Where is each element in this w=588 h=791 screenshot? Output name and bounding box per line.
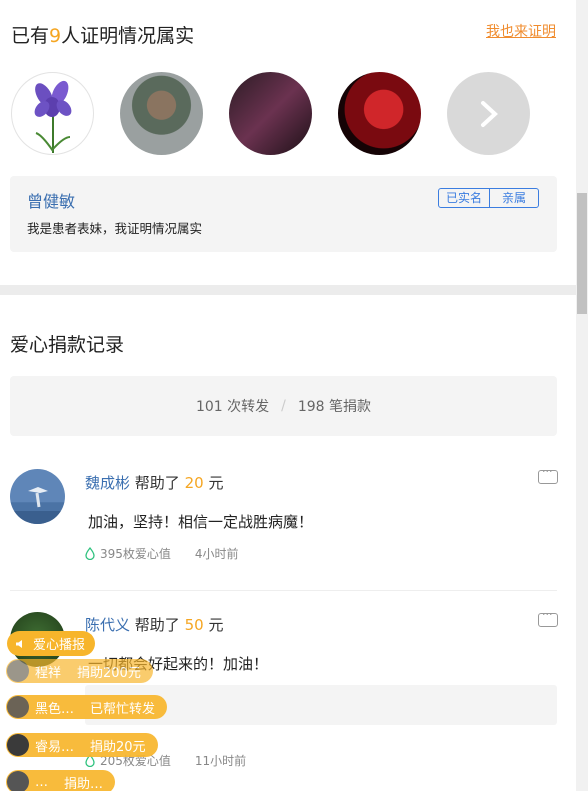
currency-unit: 元: [208, 616, 224, 634]
toast-avatar: [7, 696, 29, 718]
more-avatars-button[interactable]: [447, 72, 530, 155]
toast-user: 黑色…: [35, 701, 75, 717]
helped-text: 帮助了: [134, 474, 180, 492]
love-drop-icon: [85, 547, 95, 560]
chevron-right-icon: [480, 100, 498, 127]
donation-message: 加油，坚持！相信一定战胜病魔！: [88, 513, 314, 531]
broadcast-toast: 睿易… 捐助20元: [6, 733, 158, 757]
broadcast-label: 爱心播报: [33, 638, 86, 653]
share-count: 101 次转发: [195, 399, 270, 415]
toast-user: 睿易…: [35, 739, 75, 755]
helped-text: 帮助了: [134, 616, 180, 634]
donation-time: 4小时前: [194, 547, 239, 561]
prover-tags: 已实名 亲属: [437, 188, 539, 208]
donation-stats: 101 次转发 / 198 笔捐款: [10, 376, 557, 436]
toast-avatar: [7, 734, 29, 756]
page: 已有9人证明情况属实 我也来证明 曾健敏 已实名 亲属 我是患者表妹，我证明情况…: [0, 0, 576, 791]
currency-unit: 元: [208, 474, 224, 492]
donation-header: 魏成彬 帮助了 20 元: [85, 472, 223, 493]
toast-user: 程祥: [35, 665, 62, 681]
donation-count: 198 笔捐款: [297, 399, 372, 415]
donation-header: 陈代义 帮助了 50 元: [85, 614, 223, 635]
entry-divider: [10, 590, 557, 591]
toast-action: 捐助…: [64, 776, 104, 791]
toast-action: 已帮忙转发: [90, 701, 156, 717]
avatar-man-portrait[interactable]: [120, 72, 203, 155]
proof-count: 9: [49, 25, 62, 47]
scrollbar-thumb[interactable]: [577, 193, 587, 314]
donation-amount: 20: [184, 474, 204, 492]
records-title: 爱心捐款记录: [10, 334, 125, 356]
comment-icon[interactable]: [538, 608, 558, 627]
avatar-car-interior[interactable]: [229, 72, 312, 155]
comment-icon[interactable]: [538, 465, 558, 484]
toast-action: 捐助200元: [77, 665, 141, 681]
proof-prefix: 已有: [11, 25, 50, 47]
avatar[interactable]: [10, 469, 65, 524]
broadcast-toast: 程祥 捐助200元: [6, 659, 153, 683]
scrollbar[interactable]: [576, 0, 588, 791]
proof-suffix: 人证明情况属实: [61, 25, 195, 47]
toast-avatar: [7, 771, 29, 791]
donation-amount: 50: [184, 616, 204, 634]
love-value: 395枚爱心值: [85, 545, 171, 562]
proof-heading: 已有9人证明情况属实: [11, 21, 194, 48]
toast-user: …: [35, 774, 48, 790]
prover-avatars: [11, 72, 530, 155]
love-broadcast-badge[interactable]: 爱心播报: [7, 631, 96, 656]
section-divider: [0, 285, 576, 295]
tag-relative: 亲属: [488, 189, 538, 207]
stats-separator: /: [281, 398, 286, 414]
donor-name[interactable]: 陈代义: [85, 616, 130, 634]
prover-card: 曾健敏 已实名 亲属 我是患者表妹，我证明情况属实: [10, 176, 557, 252]
toast-avatar: [7, 660, 29, 682]
prover-statement: 我是患者表妹，我证明情况属实: [27, 221, 203, 236]
prove-too-link[interactable]: 我也来证明: [486, 21, 556, 41]
donor-name[interactable]: 魏成彬: [85, 474, 130, 492]
tag-verified: 已实名: [445, 191, 482, 205]
love-value-text: 395枚爱心值: [100, 547, 171, 561]
donation-meta: 395枚爱心值 4小时前: [85, 545, 239, 562]
donation-time: 11小时前: [194, 754, 247, 768]
broadcast-toast: 黑色… 已帮忙转发: [6, 695, 168, 719]
prover-name[interactable]: 曾健敏: [27, 188, 75, 212]
speaker-icon: [16, 639, 22, 648]
broadcast-toast: … 捐助…: [6, 770, 116, 791]
avatar-red-concert[interactable]: [338, 72, 421, 155]
toast-action: 捐助20元: [90, 739, 146, 755]
avatar-iris-flower[interactable]: [11, 72, 94, 155]
